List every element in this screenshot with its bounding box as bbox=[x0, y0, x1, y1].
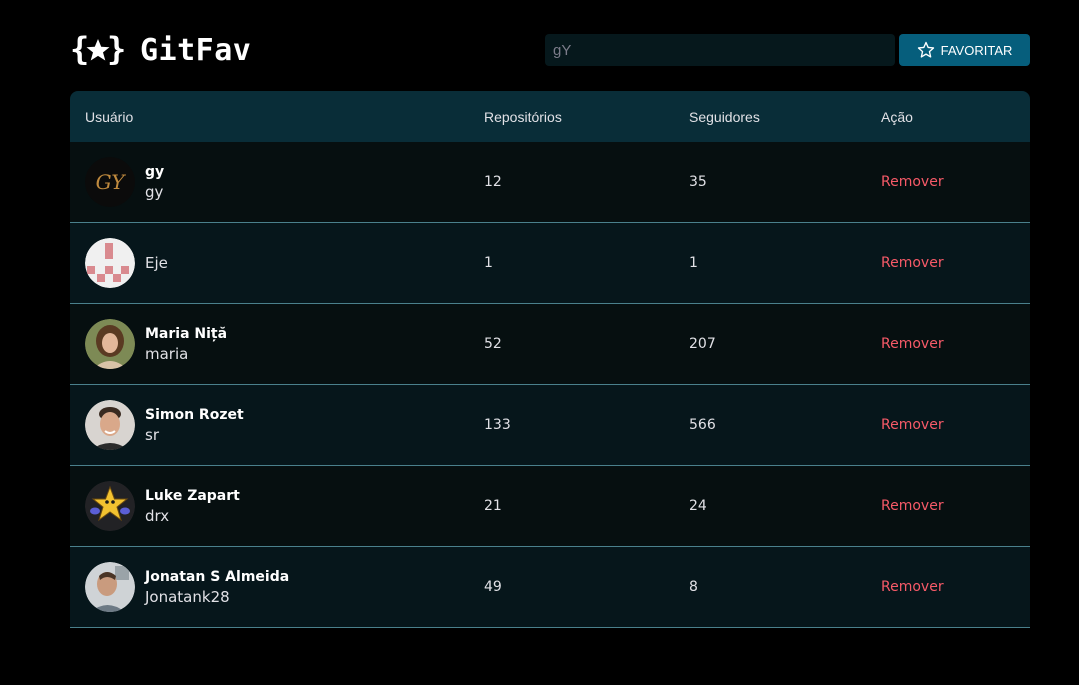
user-login[interactable]: sr bbox=[145, 425, 244, 446]
remove-button[interactable]: Remover bbox=[881, 304, 944, 384]
repos-count: 21 bbox=[484, 498, 502, 514]
header-repos: Repositórios bbox=[484, 108, 562, 125]
table-row: Jonatan S Almeida Jonatank28 49 8 Remove… bbox=[70, 547, 1030, 628]
svg-text:{: { bbox=[70, 32, 89, 68]
remove-button[interactable]: Remover bbox=[881, 385, 944, 465]
followers-count: 35 bbox=[689, 174, 707, 190]
repos-count: 133 bbox=[484, 417, 511, 433]
user-login[interactable]: Eje bbox=[145, 253, 168, 274]
user-name: gy bbox=[145, 163, 165, 180]
table-row: Eje 1 1 Remover bbox=[70, 223, 1030, 304]
table-row: Simon Rozet sr 133 566 Remover bbox=[70, 385, 1030, 466]
user-login[interactable]: gy bbox=[145, 182, 164, 203]
favorite-button-label: FAVORITAR bbox=[940, 42, 1013, 58]
remove-button[interactable]: Remover bbox=[881, 547, 944, 627]
gy-monogram-avatar: GY bbox=[85, 157, 135, 207]
table-row: Maria Niță maria 52 207 Remover bbox=[70, 304, 1030, 385]
header-followers: Seguidores bbox=[689, 108, 760, 125]
user-name: Luke Zapart bbox=[145, 487, 240, 504]
identicon-avatar bbox=[85, 238, 135, 288]
table-header: Usuário Repositórios Seguidores Ação bbox=[70, 91, 1030, 142]
app-title: GitFav bbox=[140, 32, 252, 68]
cartoon-star-avatar bbox=[85, 481, 135, 531]
followers-count: 1 bbox=[689, 255, 698, 271]
table-row: Luke Zapart drx 21 24 Remover bbox=[70, 466, 1030, 547]
repos-count: 49 bbox=[484, 579, 502, 595]
followers-count: 566 bbox=[689, 417, 716, 433]
header-user: Usuário bbox=[85, 108, 134, 125]
table-row: GY gy gy 12 35 Remover bbox=[70, 142, 1030, 223]
logo: { } GitFav bbox=[70, 32, 251, 68]
user-name: Jonatan S Almeida bbox=[145, 568, 290, 585]
remove-button[interactable]: Remover bbox=[881, 466, 944, 546]
header-action: Ação bbox=[881, 108, 913, 125]
remove-button[interactable]: Remover bbox=[881, 142, 944, 222]
app-header: { } GitFav FAVORITAR bbox=[70, 30, 1030, 70]
user-login[interactable]: Jonatank28 bbox=[145, 587, 289, 608]
photo-avatar bbox=[85, 400, 135, 450]
favorites-table: Usuário Repositórios Seguidores Ação GY … bbox=[70, 91, 1030, 628]
user-name: Simon Rozet bbox=[145, 406, 244, 423]
followers-count: 24 bbox=[689, 498, 707, 514]
user-login[interactable]: drx bbox=[145, 506, 240, 527]
star-outline-icon bbox=[917, 41, 934, 58]
repos-count: 1 bbox=[484, 255, 493, 271]
search-input[interactable] bbox=[545, 34, 895, 66]
repos-count: 12 bbox=[484, 174, 502, 190]
followers-count: 207 bbox=[689, 336, 716, 352]
photo-avatar bbox=[85, 319, 135, 369]
favorite-button[interactable]: FAVORITAR bbox=[899, 34, 1030, 66]
svg-text:GY: GY bbox=[96, 170, 127, 194]
user-login[interactable]: maria bbox=[145, 344, 227, 365]
star-in-braces-icon: { } bbox=[70, 32, 126, 68]
photo-avatar bbox=[85, 562, 135, 612]
followers-count: 8 bbox=[689, 579, 698, 595]
svg-text:}: } bbox=[107, 32, 126, 68]
repos-count: 52 bbox=[484, 336, 502, 352]
remove-button[interactable]: Remover bbox=[881, 223, 944, 303]
user-name: Maria Niță bbox=[145, 325, 228, 342]
